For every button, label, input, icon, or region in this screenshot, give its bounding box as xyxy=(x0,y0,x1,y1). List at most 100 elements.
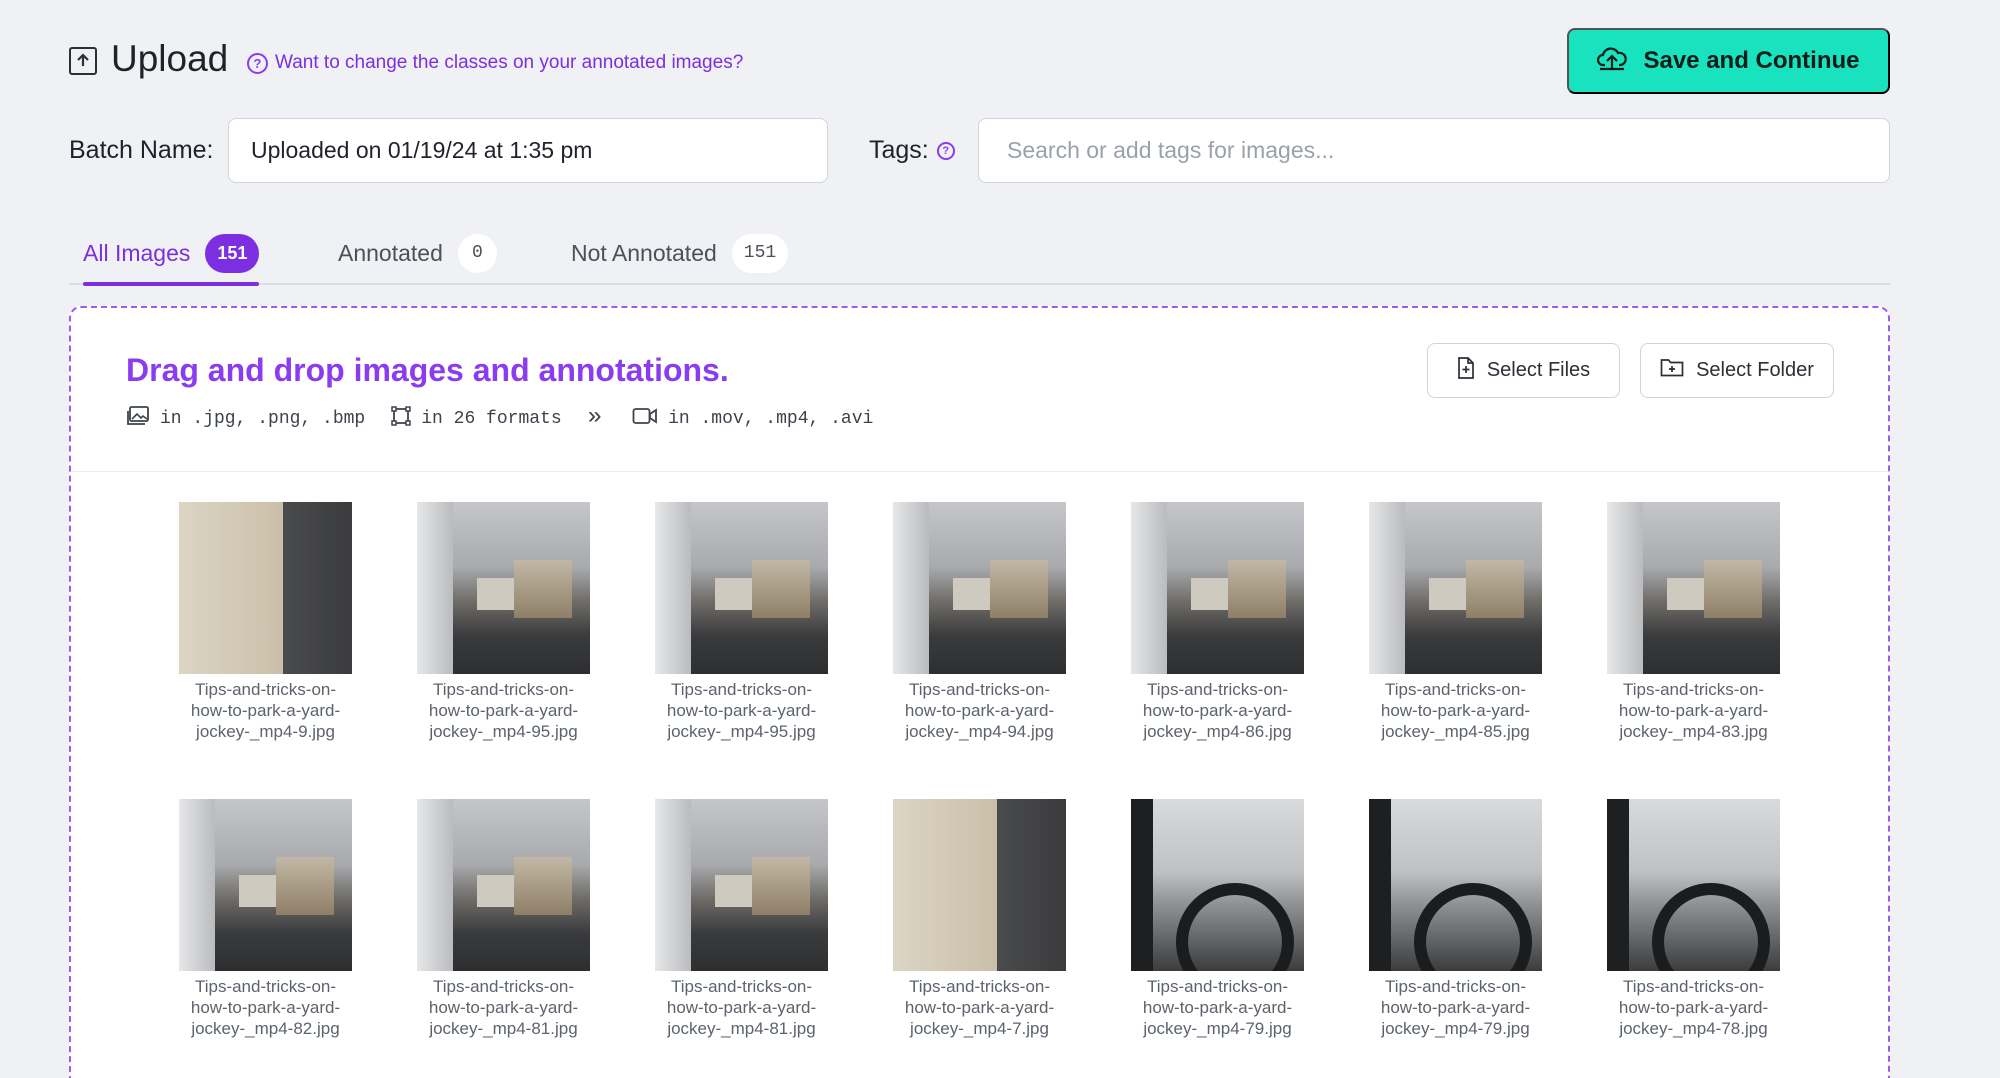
filename-line: how-to-park-a-yard- xyxy=(904,701,1055,720)
thumbnail-image xyxy=(417,799,590,971)
image-thumbnail[interactable]: Tips-and-tricks-on-how-to-park-a-yard-jo… xyxy=(1607,502,1780,742)
change-classes-link-label: Want to change the classes on your annot… xyxy=(275,52,744,73)
video-camera-icon xyxy=(632,407,658,431)
thumbnail-image xyxy=(893,502,1066,674)
thumbnail-filename: Tips-and-tricks-on-how-to-park-a-yard-jo… xyxy=(1131,679,1304,742)
upload-icon xyxy=(69,47,97,75)
image-thumbnail[interactable]: Tips-and-tricks-on-how-to-park-a-yard-jo… xyxy=(417,502,590,742)
thumbnail-filename: Tips-and-tricks-on-how-to-park-a-yard-jo… xyxy=(417,976,590,1039)
image-thumbnail[interactable]: Tips-and-tricks-on-how-to-park-a-yard-jo… xyxy=(655,502,828,742)
image-thumbnail[interactable]: Tips-and-tricks-on-how-to-park-a-yard-jo… xyxy=(655,799,828,1039)
image-thumbnail[interactable]: Tips-and-tricks-on-how-to-park-a-yard-jo… xyxy=(1131,502,1304,742)
filename-line: jockey-_mp4-7.jpg xyxy=(910,1019,1049,1038)
thumbnail-filename: Tips-and-tricks-on-how-to-park-a-yard-jo… xyxy=(1369,679,1542,742)
change-classes-link[interactable]: ? Want to change the classes on your ann… xyxy=(247,52,743,74)
filename-line: how-to-park-a-yard- xyxy=(1142,701,1293,720)
image-filter-tabs: All Images 151 Annotated 0 Not Annotated… xyxy=(69,222,1890,286)
filename-line: jockey-_mp4-9.jpg xyxy=(196,722,335,741)
thumbnail-image xyxy=(179,799,352,971)
filename-line: how-to-park-a-yard- xyxy=(666,998,817,1017)
filename-line: Tips-and-tricks-on- xyxy=(194,680,337,699)
tags-label: Tags: ? xyxy=(869,136,955,165)
annotation-formats-text: in 26 formats xyxy=(421,409,562,429)
image-thumbnail[interactable]: Tips-and-tricks-on-how-to-park-a-yard-jo… xyxy=(893,502,1066,742)
tab-not-annotated[interactable]: Not Annotated 151 xyxy=(571,222,789,284)
question-circle-icon: ? xyxy=(247,52,268,74)
page-title: Upload xyxy=(111,38,229,79)
filename-line: Tips-and-tricks-on- xyxy=(194,977,337,996)
thumbnail-image xyxy=(1369,502,1542,674)
thumbnail-filename: Tips-and-tricks-on-how-to-park-a-yard-jo… xyxy=(655,976,828,1039)
filename-line: jockey-_mp4-79.jpg xyxy=(1143,1019,1292,1038)
filename-line: Tips-and-tricks-on- xyxy=(908,680,1051,699)
filename-line: jockey-_mp4-81.jpg xyxy=(429,1019,578,1038)
tab-label: All Images xyxy=(83,239,191,266)
filename-line: Tips-and-tricks-on- xyxy=(432,977,575,996)
drop-zone[interactable]: Drag and drop images and annotations. in… xyxy=(69,306,1890,1078)
image-thumbnail[interactable]: Tips-and-tricks-on-how-to-park-a-yard-jo… xyxy=(179,799,352,1039)
thumbnail-filename: Tips-and-tricks-on-how-to-park-a-yard-jo… xyxy=(893,976,1066,1039)
image-formats-text: in .jpg, .png, .bmp xyxy=(160,409,366,429)
filename-line: jockey-_mp4-82.jpg xyxy=(191,1019,340,1038)
tab-label: Not Annotated xyxy=(571,239,717,266)
image-thumbnail[interactable]: Tips-and-tricks-on-how-to-park-a-yard-jo… xyxy=(1607,799,1780,1039)
filename-line: Tips-and-tricks-on- xyxy=(670,977,813,996)
drop-zone-title: Drag and drop images and annotations. xyxy=(126,352,729,388)
count-badge: 151 xyxy=(731,233,789,273)
tags-search-input[interactable] xyxy=(978,118,1890,183)
save-and-continue-label: Save and Continue xyxy=(1643,47,1860,74)
filename-line: jockey-_mp4-78.jpg xyxy=(1619,1019,1768,1038)
filename-line: Tips-and-tricks-on- xyxy=(908,977,1051,996)
image-thumbnail[interactable]: Tips-and-tricks-on-how-to-park-a-yard-jo… xyxy=(417,799,590,1039)
filename-line: jockey-_mp4-94.jpg xyxy=(905,722,1054,741)
thumbnail-filename: Tips-and-tricks-on-how-to-park-a-yard-jo… xyxy=(417,679,590,742)
save-and-continue-button[interactable]: Save and Continue xyxy=(1567,28,1890,94)
select-folder-button[interactable]: Select Folder xyxy=(1640,343,1834,398)
image-thumbnail[interactable]: Tips-and-tricks-on-how-to-park-a-yard-jo… xyxy=(1369,799,1542,1039)
thumbnail-filename: Tips-and-tricks-on-how-to-park-a-yard-jo… xyxy=(655,679,828,742)
filename-line: how-to-park-a-yard- xyxy=(190,701,341,720)
images-icon xyxy=(126,406,150,432)
image-thumbnail[interactable]: Tips-and-tricks-on-how-to-park-a-yard-jo… xyxy=(179,502,352,742)
filename-line: how-to-park-a-yard- xyxy=(904,998,1055,1017)
thumbnail-filename: Tips-and-tricks-on-how-to-park-a-yard-jo… xyxy=(1131,976,1304,1039)
filename-line: how-to-park-a-yard- xyxy=(428,998,579,1017)
thumbnail-image xyxy=(1369,799,1542,971)
image-thumbnail[interactable]: Tips-and-tricks-on-how-to-park-a-yard-jo… xyxy=(1131,799,1304,1039)
thumbnail-image xyxy=(655,799,828,971)
thumbnail-image xyxy=(417,502,590,674)
thumbnail-filename: Tips-and-tricks-on-how-to-park-a-yard-jo… xyxy=(179,976,352,1039)
image-thumbnail[interactable]: Tips-and-tricks-on-how-to-park-a-yard-jo… xyxy=(893,799,1066,1039)
video-formats: in .mov, .mp4, .avi xyxy=(632,407,873,431)
thumbnail-filename: Tips-and-tricks-on-how-to-park-a-yard-jo… xyxy=(1607,976,1780,1039)
select-files-button[interactable]: Select Files xyxy=(1427,343,1620,398)
thumbnail-image xyxy=(1131,502,1304,674)
filename-line: how-to-park-a-yard- xyxy=(1380,998,1531,1017)
filename-line: how-to-park-a-yard- xyxy=(1618,701,1769,720)
filename-line: jockey-_mp4-81.jpg xyxy=(667,1019,816,1038)
tags-help-icon[interactable]: ? xyxy=(936,141,955,160)
filename-line: Tips-and-tricks-on- xyxy=(1146,680,1289,699)
chevron-right-double-icon[interactable]: » xyxy=(588,404,602,431)
filename-line: jockey-_mp4-95.jpg xyxy=(667,722,816,741)
batch-name-input[interactable] xyxy=(228,118,828,183)
tags-label-text: Tags: xyxy=(869,136,929,164)
thumbnail-image xyxy=(893,799,1066,971)
filename-line: how-to-park-a-yard- xyxy=(1618,998,1769,1017)
thumbnail-filename: Tips-and-tricks-on-how-to-park-a-yard-jo… xyxy=(1369,976,1542,1039)
thumbnail-image xyxy=(179,502,352,674)
annotation-formats: in 26 formats xyxy=(391,406,562,432)
thumbnail-filename: Tips-and-tricks-on-how-to-park-a-yard-jo… xyxy=(1607,679,1780,742)
tab-all-images[interactable]: All Images 151 xyxy=(83,222,260,286)
filename-line: jockey-_mp4-95.jpg xyxy=(429,722,578,741)
tab-annotated[interactable]: Annotated 0 xyxy=(338,222,497,284)
batch-name-label: Batch Name: xyxy=(69,136,214,164)
supported-formats: in .jpg, .png, .bmp in 26 formats » in .… xyxy=(126,404,899,432)
count-badge: 151 xyxy=(205,233,260,273)
thumbnail-image xyxy=(1131,799,1304,971)
filename-line: how-to-park-a-yard- xyxy=(1142,998,1293,1017)
select-files-label: Select Files xyxy=(1486,359,1591,381)
video-formats-text: in .mov, .mp4, .avi xyxy=(668,409,874,429)
image-thumbnail[interactable]: Tips-and-tricks-on-how-to-park-a-yard-jo… xyxy=(1369,502,1542,742)
tab-label: Annotated xyxy=(338,239,443,266)
